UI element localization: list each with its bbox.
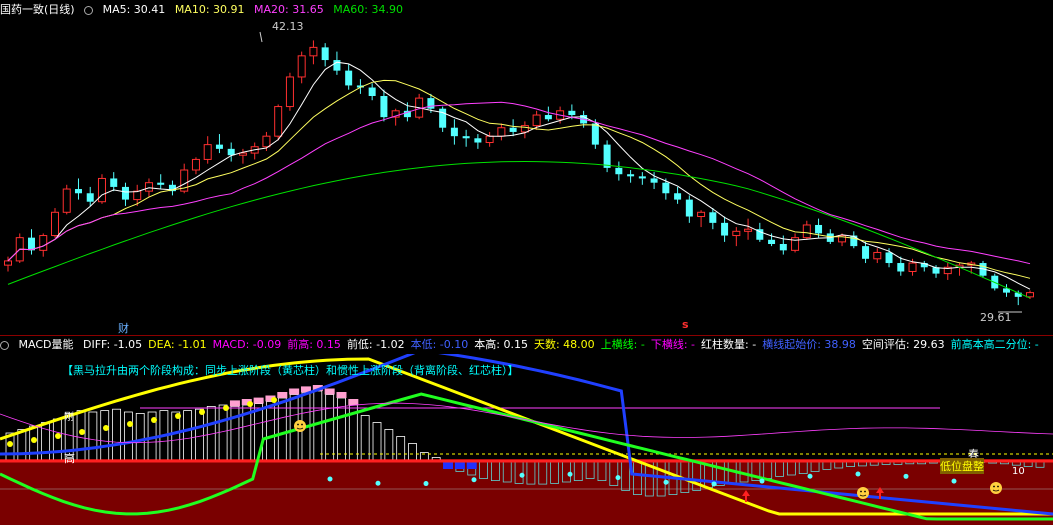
macd-header-item: 红柱数量: - xyxy=(701,338,757,351)
kline-chart[interactable] xyxy=(0,18,1053,335)
signal-dot xyxy=(55,433,61,439)
macd-header-item: MACD: -0.09 xyxy=(212,338,282,351)
macd-header: MACD量能 DIFF: -1.05 DEA: -1.01 MACD: -0.09 前… xyxy=(0,337,1045,353)
settings-circle-icon[interactable] xyxy=(0,340,9,350)
ten-marker: 10 xyxy=(1012,466,1025,477)
signal-dot xyxy=(271,397,277,403)
signal-dot xyxy=(327,476,333,482)
smiley-icon xyxy=(990,482,1002,494)
low-consolidation-marker: 低位盘整 xyxy=(940,458,984,474)
stock-title: 国药一致(日线) xyxy=(0,3,75,16)
candlestick[interactable] xyxy=(62,184,71,215)
panel-divider[interactable] xyxy=(0,335,1053,336)
ma60-label: MA60: 34.90 xyxy=(333,3,403,16)
macd-header-item: 天数: 48.00 xyxy=(533,338,595,351)
macd-header-item: 前高: 0.15 xyxy=(287,338,341,351)
macd-header-item: 横线起始价: 38.98 xyxy=(762,338,856,351)
macd-header-item: 本高: 0.15 xyxy=(474,338,528,351)
candlestick[interactable] xyxy=(15,233,24,264)
macd-header-item: 下横线: - xyxy=(650,338,696,351)
high-marker: 高 xyxy=(64,452,75,465)
candlestick[interactable] xyxy=(591,119,599,149)
signal-dot xyxy=(79,429,85,435)
signal-dot xyxy=(903,473,909,479)
signal-dot xyxy=(663,479,669,485)
candlestick[interactable] xyxy=(97,174,106,204)
signal-dot xyxy=(807,473,813,479)
gang-marker: 刚 xyxy=(64,412,74,423)
signal-dot xyxy=(31,437,37,443)
signal-dot xyxy=(519,472,525,478)
signal-dot xyxy=(567,471,573,477)
signal-dot xyxy=(247,401,253,407)
macd-header-item: 上横线: - xyxy=(600,338,645,351)
macd-header-item: 本低: -0.10 xyxy=(410,338,469,351)
smiley-icon xyxy=(857,487,869,499)
signal-dot xyxy=(127,421,133,427)
ma5-label: MA5: 30.41 xyxy=(102,3,166,16)
phase-description-text: 【黑马拉升由两个阶段构成：同步上涨阶段（黄芯柱）和惯性上涨阶段（背离阶段、红芯柱… xyxy=(62,364,519,377)
signal-dot xyxy=(855,471,861,477)
signal-dot xyxy=(423,481,429,487)
signal-dot xyxy=(223,405,229,411)
high-price-label: 42.13 xyxy=(272,20,304,33)
financial-report-marker[interactable]: 财 xyxy=(118,320,129,336)
candlestick[interactable] xyxy=(603,140,611,173)
ma20-label: MA20: 31.65 xyxy=(254,3,324,16)
candlestick[interactable] xyxy=(50,208,59,238)
macd-header-item: 空间评估: 29.63 xyxy=(861,338,945,351)
signal-dot xyxy=(951,478,957,484)
indicator-title: MACD量能 xyxy=(18,338,74,351)
s-marker[interactable]: s xyxy=(682,318,689,331)
smiley-icon xyxy=(294,420,306,432)
signal-dot xyxy=(151,417,157,423)
candlestick[interactable] xyxy=(274,104,283,141)
signal-dot xyxy=(199,409,205,415)
settings-circle-icon[interactable] xyxy=(84,5,94,15)
signal-dot xyxy=(615,475,621,481)
ma10-label: MA10: 30.91 xyxy=(174,3,245,16)
kline-header: 国药一致(日线) MA5: 30.41 MA10: 30.91 MA20: 31… xyxy=(0,2,409,18)
signal-dot xyxy=(175,413,181,419)
signal-dot xyxy=(375,480,381,486)
candlestick[interactable] xyxy=(285,72,294,111)
signal-dot xyxy=(7,441,13,447)
signal-dot xyxy=(711,481,717,487)
signal-dot xyxy=(759,478,765,484)
macd-header-item: DIFF: -1.05 xyxy=(82,338,143,351)
macd-chart[interactable] xyxy=(0,354,1053,525)
signal-dot xyxy=(103,425,109,431)
macd-header-item: 前低: -1.02 xyxy=(346,338,405,351)
candlestick[interactable] xyxy=(415,93,424,120)
macd-header-item: 前高本高二分位: - xyxy=(950,338,1039,351)
macd-header-item: DEA: -1.01 xyxy=(148,338,207,351)
signal-dot xyxy=(471,477,477,483)
low-price-label: 29.61 xyxy=(980,311,1012,324)
